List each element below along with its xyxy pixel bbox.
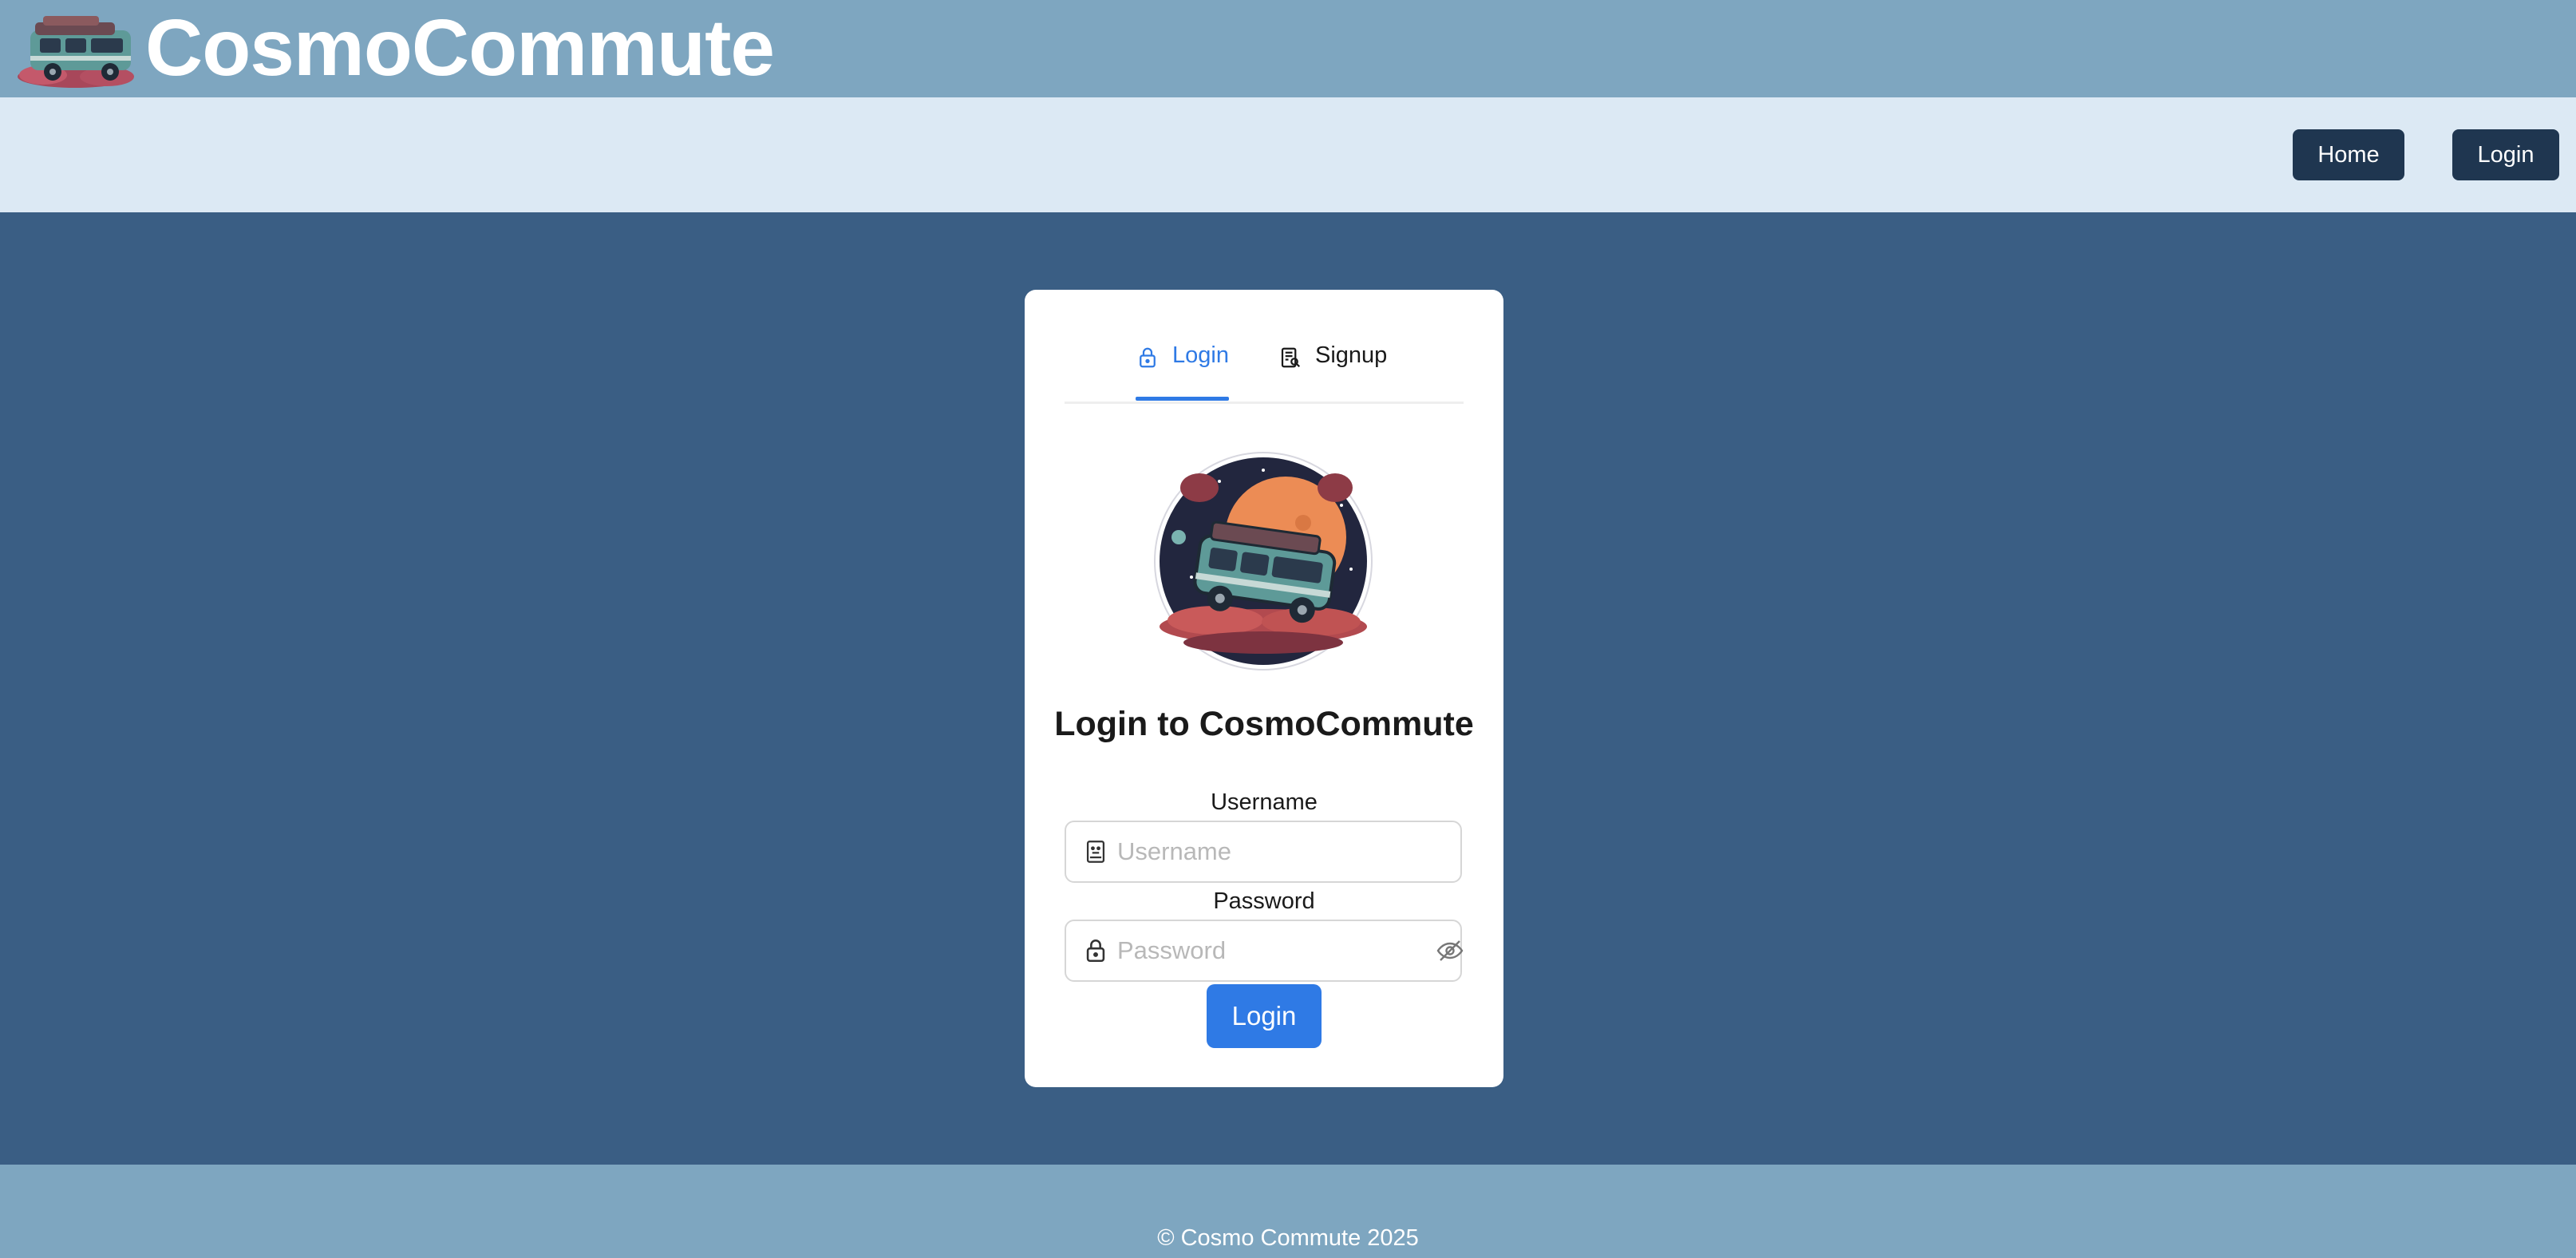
tab-signup-label: Signup	[1315, 342, 1388, 368]
nav-bar: Home Login	[0, 97, 2576, 212]
password-input[interactable]	[1117, 927, 1436, 975]
password-label: Password	[1213, 888, 1315, 914]
login-card: Login Signup Login to CosmoCommute Usern…	[1025, 290, 1503, 1087]
brand-bar: CosmoCommute	[0, 0, 2576, 97]
tab-login[interactable]: Login	[1136, 342, 1229, 401]
footer: © Cosmo Commute 2025	[0, 1165, 2576, 1258]
footer-copyright: © Cosmo Commute 2025	[1157, 1225, 1419, 1251]
space-van-moon-illustration-icon	[1154, 452, 1373, 671]
login-submit-button[interactable]: Login	[1207, 984, 1322, 1048]
id-badge-icon	[1086, 841, 1105, 863]
username-field[interactable]	[1065, 821, 1462, 883]
login-nav-button[interactable]: Login	[2452, 129, 2559, 180]
login-heading: Login to CosmoCommute	[1054, 705, 1474, 743]
brand-title[interactable]: CosmoCommute	[145, 3, 775, 93]
tab-signup[interactable]: Signup	[1278, 342, 1387, 398]
space-van-logo-icon[interactable]	[11, 6, 144, 89]
username-input[interactable]	[1117, 828, 1460, 876]
home-button[interactable]: Home	[2293, 129, 2404, 180]
tab-login-label: Login	[1172, 342, 1229, 368]
password-field[interactable]	[1065, 920, 1464, 982]
lock-icon	[1086, 940, 1105, 963]
auth-tabs: Login Signup	[1065, 290, 1464, 404]
form-icon	[1281, 347, 1301, 368]
username-label: Username	[1211, 789, 1318, 815]
eye-off-icon[interactable]	[1436, 936, 1464, 965]
lock-icon	[1140, 347, 1156, 368]
